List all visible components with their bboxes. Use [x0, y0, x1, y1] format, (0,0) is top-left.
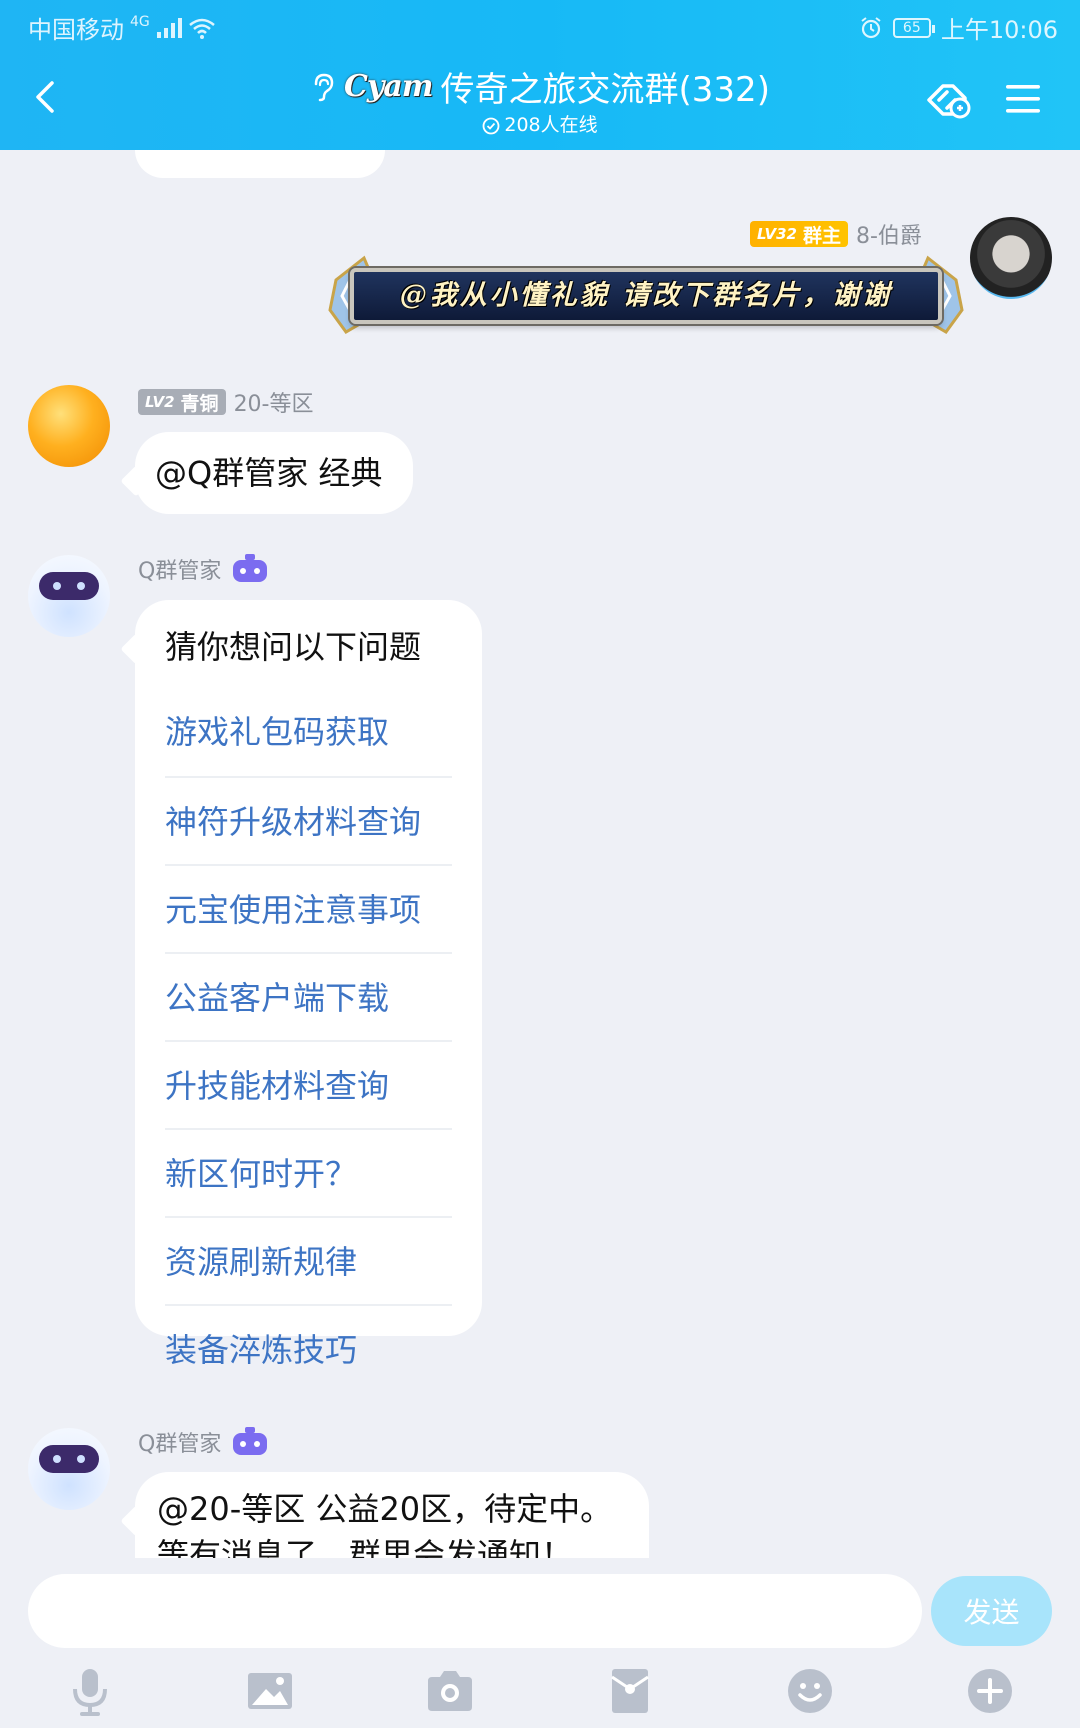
question-link[interactable]: 新区何时开？ [165, 1128, 452, 1216]
group-name: 传奇之旅交流群(332) [440, 70, 770, 110]
online-check-icon [482, 117, 500, 134]
avatar[interactable] [970, 217, 1052, 299]
plus-icon[interactable] [962, 1663, 1018, 1719]
chat-area[interactable]: LV32 群主 8-伯爵 @我从小懂礼貌 请改下群名片，谢谢 LV2 青铜 20-等… [0, 150, 1080, 1558]
sender-name: 20-等区 [233, 392, 314, 417]
question-list: 游戏礼包码获取 神符升级材料查询 元宝使用注意事项 公益客户端下载 升技能材料查… [165, 688, 452, 1392]
level-badge: LV2 青铜 [138, 389, 226, 415]
decorated-message-bubble[interactable]: @我从小懂礼貌 请改下群名片，谢谢 [328, 250, 964, 340]
question-link[interactable]: 元宝使用注意事项 [165, 864, 452, 952]
question-list-title: 猜你想问以下问题 [165, 628, 422, 666]
question-link[interactable]: 装备淬炼技巧 [165, 1304, 452, 1392]
input-toolbar [0, 1663, 1080, 1723]
input-area: 发送 [0, 1558, 1080, 1728]
sender-name: 8-伯爵 [856, 224, 922, 249]
avatar[interactable] [28, 1428, 110, 1510]
camera-icon[interactable] [422, 1663, 478, 1719]
question-link[interactable]: 游戏礼包码获取 [165, 688, 452, 776]
title-bar: 中国移动 4G 65 上午10:06 Cyam 传奇之旅交流群(332) 208… [0, 0, 1080, 150]
sender-row: Q群管家 [138, 553, 271, 585]
message-bubble-partial[interactable] [135, 150, 385, 178]
message-text: 等有消息了，群里会发通知！ [157, 1536, 574, 1558]
signal-icon [156, 17, 182, 38]
send-button[interactable]: 发送 [931, 1576, 1052, 1646]
avatar[interactable] [28, 555, 110, 637]
wifi-icon [188, 18, 215, 39]
ear-icon [314, 73, 334, 101]
robot-icon [233, 554, 268, 582]
carrier-label: 中国移动 [28, 16, 124, 44]
question-link[interactable]: 神符升级材料查询 [165, 776, 452, 864]
sender-row: LV32 群主 8-伯爵 [750, 218, 922, 250]
message-text: @Q群管家 经典 [155, 454, 383, 492]
avatar[interactable] [28, 385, 110, 467]
sender-row: Q群管家 [138, 1426, 271, 1458]
question-list-bubble: 猜你想问以下问题 游戏礼包码获取 神符升级材料查询 元宝使用注意事项 公益客户端… [135, 600, 482, 1369]
group-title-area[interactable]: Cyam 传奇之旅交流群(332) [0, 62, 1080, 111]
image-icon[interactable] [242, 1663, 298, 1719]
menu-icon[interactable] [1004, 82, 1042, 116]
alarm-icon [861, 16, 881, 38]
network-type: 4G [130, 13, 150, 30]
status-bar: 中国移动 4G 65 上午10:06 [0, 0, 1080, 50]
message-input[interactable] [28, 1574, 922, 1648]
link-icon[interactable] [925, 78, 975, 122]
robot-icon [233, 1427, 268, 1455]
question-link[interactable]: 升技能材料查询 [165, 1040, 452, 1128]
level-badge: LV32 群主 [750, 221, 848, 247]
red-packet-icon[interactable] [602, 1663, 658, 1719]
online-label: 208人在线 [504, 114, 598, 136]
message-text: @我从小懂礼貌 请改下群名片，谢谢 [399, 280, 893, 311]
question-link[interactable]: 资源刷新规律 [165, 1216, 452, 1304]
question-link[interactable]: 公益客户端下载 [165, 952, 452, 1040]
message-bubble[interactable]: @20-等区 公益20区，待定中。 等有消息了，群里会发通知！ [135, 1472, 649, 1558]
sender-row: LV2 青铜 20-等区 [138, 386, 314, 418]
sender-name: Q群管家 [138, 559, 222, 584]
message-text: @20-等区 公益20区，待定中。 [157, 1490, 613, 1528]
emoji-icon[interactable] [782, 1663, 838, 1719]
sender-name: Q群管家 [138, 1432, 222, 1457]
message-bubble[interactable]: @Q群管家 经典 [135, 432, 413, 514]
clock: 上午10:06 [940, 16, 1058, 44]
group-logo: Cyam [344, 69, 433, 104]
microphone-icon[interactable] [62, 1663, 118, 1719]
battery-icon: 65 [892, 17, 935, 38]
online-count: 208人在线 [0, 110, 1080, 137]
